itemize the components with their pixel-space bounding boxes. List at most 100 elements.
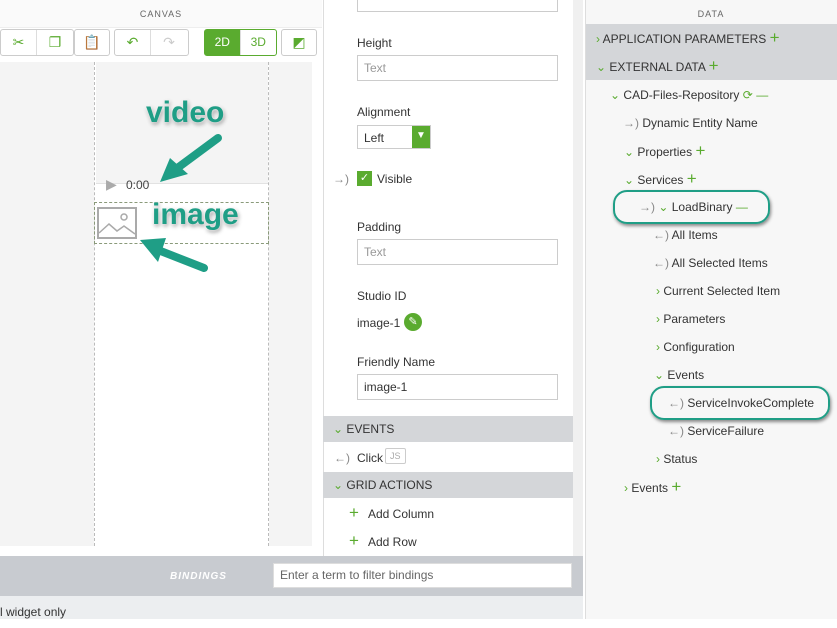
- bindings-footer: l widget only: [0, 596, 583, 619]
- chevron-right-icon: ›: [656, 340, 660, 354]
- chevron-right-icon: ›: [656, 312, 660, 326]
- tree-services[interactable]: ⌄ Services +: [586, 165, 837, 193]
- mode-3d-button[interactable]: 3D: [241, 30, 277, 55]
- tree-label: Events: [631, 481, 669, 495]
- tree-loadbinary[interactable]: →) ⌄ LoadBinary —: [586, 193, 837, 221]
- mode-2d-button[interactable]: 2D: [205, 30, 241, 55]
- height-label: Height: [357, 36, 392, 50]
- tree-label: Dynamic Entity Name: [642, 116, 758, 130]
- tree-label: Properties: [637, 145, 693, 159]
- cut-icon[interactable]: ✂: [1, 30, 37, 55]
- play-icon[interactable]: ▶: [106, 176, 117, 193]
- chevron-down-icon: ⌄: [624, 173, 635, 187]
- visible-checkbox[interactable]: ✓: [357, 171, 372, 186]
- tree-label: ServiceInvokeComplete: [687, 396, 815, 410]
- video-time: 0:00: [126, 178, 150, 192]
- alignment-value: Left: [364, 131, 385, 145]
- property-field-top[interactable]: [357, 0, 558, 12]
- height-input[interactable]: Text: [357, 55, 558, 81]
- edit-toolbar-group: ✂ ❐: [0, 29, 74, 56]
- add-icon[interactable]: +: [709, 56, 719, 75]
- tree-servicefailure[interactable]: ←) ServiceFailure: [586, 417, 837, 445]
- tree-label: All Selected Items: [671, 256, 768, 270]
- tree-configuration[interactable]: › Configuration: [586, 333, 837, 361]
- binding-out-icon: ←): [668, 396, 684, 410]
- tree-serviceinvokecomplete[interactable]: ←) ServiceInvokeComplete: [586, 389, 837, 417]
- add-icon[interactable]: +: [770, 28, 780, 47]
- padding-label: Padding: [357, 220, 402, 234]
- tree-application-parameters[interactable]: › APPLICATION PARAMETERS +: [586, 24, 837, 52]
- binding-in-icon: →): [623, 116, 639, 130]
- chevron-down-icon: ⌄: [654, 368, 665, 382]
- visible-label: Visible: [377, 172, 413, 186]
- chevron-down-icon: ⌄: [658, 200, 669, 214]
- events-section-header[interactable]: ⌄ EVENTS: [323, 416, 573, 442]
- tree-parameters[interactable]: › Parameters: [586, 305, 837, 333]
- canvas-title: CANVAS: [0, 0, 322, 28]
- paste-icon: 📋: [83, 34, 101, 50]
- grid-actions-section-header[interactable]: ⌄ GRID ACTIONS: [323, 472, 573, 498]
- tree-label: Services: [637, 173, 684, 187]
- click-event-label: Click: [357, 451, 383, 465]
- studio-id-label: Studio ID: [357, 289, 407, 303]
- add-row-button[interactable]: Add Row: [368, 535, 417, 549]
- image-placeholder-icon: [97, 207, 137, 239]
- add-icon[interactable]: +: [695, 141, 705, 160]
- annotation-image: image: [152, 198, 239, 231]
- tree-label: Events: [667, 368, 705, 382]
- tree-repo-events[interactable]: › Events +: [586, 473, 837, 501]
- refresh-icon[interactable]: ⟳: [743, 88, 753, 102]
- tree-all-selected-items[interactable]: ←) All Selected Items: [586, 249, 837, 277]
- binding-out-icon: ←): [653, 256, 669, 270]
- tree-dynamic-entity-name[interactable]: →) Dynamic Entity Name: [586, 109, 837, 137]
- chevron-right-icon: ›: [656, 284, 660, 298]
- data-title: DATA: [697, 9, 725, 19]
- annotation-arrow-image: [140, 238, 208, 272]
- binding-in-icon: →): [639, 200, 655, 214]
- chevron-down-icon: ⌄: [610, 88, 621, 102]
- edit-pencil-icon[interactable]: ✎: [404, 313, 422, 331]
- tree-events[interactable]: ⌄ Events: [586, 361, 837, 389]
- tree-all-items[interactable]: ←) All Items: [586, 221, 837, 249]
- redo-icon[interactable]: ↷: [151, 30, 187, 55]
- layer-button[interactable]: ◩: [281, 29, 317, 56]
- events-header-label: EVENTS: [346, 422, 395, 436]
- add-column-button[interactable]: Add Column: [368, 507, 434, 521]
- binding-in-icon: →): [333, 172, 349, 186]
- tree-label: All Items: [671, 228, 718, 242]
- add-icon[interactable]: +: [687, 169, 697, 188]
- chevron-right-icon: ›: [624, 481, 628, 495]
- js-badge[interactable]: JS: [385, 448, 406, 464]
- padding-input[interactable]: Text: [357, 239, 558, 265]
- friendly-name-label: Friendly Name: [357, 355, 436, 369]
- layer-icon: ◩: [292, 34, 306, 50]
- chevron-right-icon: ›: [596, 32, 600, 46]
- chevron-down-icon: ▼: [412, 126, 430, 148]
- tree-status[interactable]: › Status: [586, 445, 837, 473]
- alignment-select[interactable]: Left ▼: [357, 125, 431, 149]
- tree-external-data[interactable]: ⌄ EXTERNAL DATA +: [586, 52, 837, 80]
- bindings-filter-input[interactable]: Enter a term to filter bindings: [273, 563, 572, 588]
- chevron-down-icon: ⌄: [596, 60, 607, 74]
- tree-label: Configuration: [663, 340, 735, 354]
- copy-icon[interactable]: ❐: [37, 30, 73, 55]
- remove-icon[interactable]: —: [736, 200, 748, 214]
- friendly-name-input[interactable]: image-1: [357, 374, 558, 400]
- tree-properties[interactable]: ⌄ Properties +: [586, 137, 837, 165]
- tree-cad-files-repository[interactable]: ⌄ CAD-Files-Repository ⟳ —: [586, 81, 837, 109]
- tree-label: APPLICATION PARAMETERS: [602, 32, 767, 46]
- grid-actions-header-label: GRID ACTIONS: [346, 478, 433, 492]
- properties-scrollbar[interactable]: [573, 0, 583, 556]
- tree-label: Status: [663, 452, 698, 466]
- undo-icon[interactable]: ↶: [115, 30, 151, 55]
- chevron-right-icon: ›: [656, 452, 660, 466]
- remove-icon[interactable]: —: [756, 88, 768, 102]
- paste-button[interactable]: 📋: [74, 29, 110, 56]
- tree-label: EXTERNAL DATA: [609, 60, 706, 74]
- alignment-label: Alignment: [357, 105, 411, 119]
- annotation-video: video: [146, 96, 225, 129]
- tree-label: CAD-Files-Repository: [623, 88, 740, 102]
- tree-current-selected-item[interactable]: › Current Selected Item: [586, 277, 837, 305]
- bindings-label: BINDINGS: [170, 571, 227, 582]
- add-icon[interactable]: +: [671, 477, 681, 496]
